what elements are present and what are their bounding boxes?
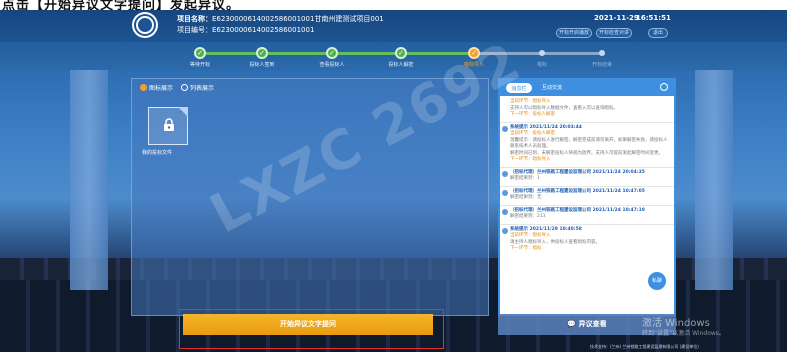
windows-activation-hint: 转到“设置”以激活 Windows。 <box>642 330 725 337</box>
list-item: 系统提示 2021/11/24 20:03:44 当前环节：投标人解密 温馨提示… <box>500 124 674 166</box>
project-no-label: 项目编号： <box>177 26 212 34</box>
tab-messages[interactable]: 消息栏 <box>506 83 532 93</box>
header-pill-intercom[interactable]: 开标检查对讲 <box>596 28 632 38</box>
divider <box>500 121 674 123</box>
doc-caption-strip: 点击【开始异议文字提问】发起异议。 <box>0 0 787 10</box>
avatar <box>502 208 508 215</box>
org-logo-icon <box>132 12 158 38</box>
step-marker-7 <box>599 50 605 56</box>
step-label-7: 开标结束 <box>591 62 613 68</box>
message-next: 下一环节：唱标导入 <box>510 157 551 162</box>
hall-pillar-left <box>70 70 108 290</box>
avatar <box>502 189 508 196</box>
radio-icon-view[interactable]: 图标展示 <box>140 83 173 92</box>
header-time: 16:51:51 <box>636 14 671 22</box>
hall-pillar-right <box>695 70 733 290</box>
radio-list-view[interactable]: 列表展示 <box>181 83 214 92</box>
footer-support: 技术支持：(兰州) 兰州铁路工程建设监理有限公司 (建设单位) <box>590 344 699 349</box>
step-marker-3: ✓ <box>326 47 338 59</box>
list-item: （招标代理）兰州铁路工程建设监理公司 2021/11/24 20:04:35 解… <box>500 169 674 185</box>
step-marker-5: ✓ <box>468 47 480 59</box>
bid-file-folder[interactable] <box>148 107 188 145</box>
list-item: 系统提示 2021/11/29 10:40:58 当前环节：唱标导入 请主持人唱… <box>500 226 674 255</box>
step-label-6: 唱标 <box>536 62 548 68</box>
project-name-label: 项目名称： <box>177 15 212 23</box>
message-next: 下一环节：唱标 <box>510 246 542 251</box>
windows-activation-title: 激活 Windows <box>642 318 710 329</box>
message-line: 温馨提示：请投标人进行解密，解密完成前请勿离开，如果解密失败，请投标人联系技术人… <box>510 137 668 150</box>
search-icon[interactable] <box>660 83 668 91</box>
message-tabs: 消息栏 互动交流 <box>500 80 674 96</box>
app-header: 项目名称：E6230000614002586001001甘南州建测试项目001 … <box>0 10 787 42</box>
tab-interaction[interactable]: 互动交流 <box>536 83 568 93</box>
bid-files-panel: 图标展示 列表展示 我的投标文件 <box>131 78 489 316</box>
message-panel: 消息栏 互动交流 当前环节：唱标导入 支持人可以唱标导入数据文件，查看入可以查询… <box>498 78 676 316</box>
message-next: 下一环节：投标人解密 <box>510 112 555 117</box>
start-dispute-text-button[interactable]: 开始异议文字提问 <box>183 314 433 335</box>
radio-icon-view-label: 图标展示 <box>149 85 174 92</box>
avatar <box>502 170 508 177</box>
step-label-4: 投标人解密 <box>388 62 414 68</box>
step-marker-1: ✓ <box>194 47 206 59</box>
project-no: E6230000614002586001001 <box>212 26 315 34</box>
list-item: （招标代理）兰州铁路工程建设监理公司 2021/11/24 10:47:19 解… <box>500 207 674 223</box>
project-name: E6230000614002586001001甘南州建测试项目001 <box>212 15 384 23</box>
step-label-2: 投标人签到 <box>249 62 275 68</box>
divider <box>500 166 674 168</box>
step-label-5: 唱标导入 <box>463 62 485 68</box>
list-item: （招标代理）兰州铁路工程建设监理公司 2021/11/24 10:47:05 解… <box>500 188 674 204</box>
radio-list-view-label: 列表展示 <box>190 85 215 92</box>
radio-off-icon <box>181 84 189 91</box>
lock-icon <box>164 118 174 131</box>
step-marker-4: ✓ <box>395 47 407 59</box>
bid-file-folder-name: 我的投标文件 <box>142 150 173 156</box>
view-mode-radios: 图标展示 列表展示 <box>140 83 214 92</box>
bid-opening-hall: 项目名称：E6230000614002586001001甘南州建测试项目001 … <box>0 10 787 352</box>
doc-caption: 点击【开始异议文字提问】发起异议。 <box>2 0 241 10</box>
radio-on-icon <box>140 84 147 91</box>
message-line: 解密结果到：213 <box>510 214 546 219</box>
progress-steps: ✓ ✓ ✓ ✓ ✓ 等待开标 投标人签到 查看投标人 投标人解密 唱标导入 唱标… <box>0 42 787 70</box>
message-line: 解密结果到：无 <box>510 195 542 200</box>
step-label-3: 查看投标人 <box>319 62 345 68</box>
private-chat-button[interactable]: 私聊 <box>648 272 666 290</box>
avatar <box>502 227 508 234</box>
step-marker-2: ✓ <box>256 47 268 59</box>
header-pill-exit[interactable]: 退出 <box>648 28 668 38</box>
message-line: 解密结果到：1 <box>510 176 540 181</box>
step-label-1: 等待开标 <box>189 62 211 68</box>
list-item: 当前环节：唱标导入 支持人可以唱标导入数据文件，查看入可以查询唱标。 下一环节：… <box>500 98 674 121</box>
divider <box>500 204 674 206</box>
divider <box>500 223 674 225</box>
header-pill-broadcast[interactable]: 开标开启播放 <box>556 28 592 38</box>
divider <box>500 185 674 187</box>
step-marker-6 <box>539 50 545 56</box>
header-date: 2021-11-29 <box>594 14 639 22</box>
project-info: 项目名称：E6230000614002586001001甘南州建测试项目001 … <box>177 14 384 36</box>
avatar <box>502 125 508 132</box>
